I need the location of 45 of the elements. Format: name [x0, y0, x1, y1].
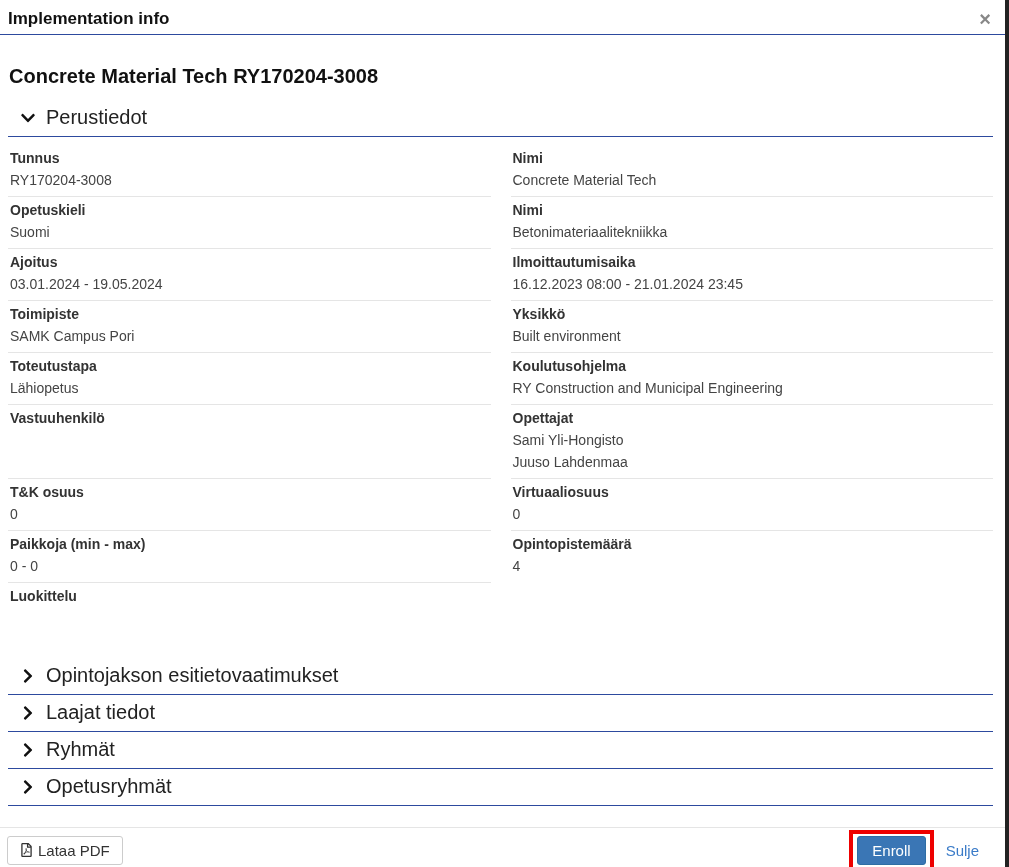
field-label: Yksikkö [512, 305, 567, 324]
field-value: 0 [10, 505, 19, 524]
field-label: Nimi [512, 201, 544, 220]
pdf-file-icon [20, 843, 33, 857]
field-value: 4 [512, 557, 522, 576]
field-value: Concrete Material Tech [512, 171, 658, 190]
field-label: Tunnus [10, 149, 61, 168]
field-value: 0 - 0 [10, 557, 39, 576]
field-value: RY170204-3008 [10, 171, 113, 190]
field-label: T&K osuus [10, 483, 85, 502]
section-header[interactable]: Perustiedot [8, 100, 993, 137]
field-value: Built environment [512, 327, 622, 346]
field-value: Lähiopetus [10, 379, 80, 398]
section-header[interactable]: Opetusryhmät [8, 769, 993, 806]
field-label: Toimipiste [10, 305, 80, 324]
page-heading: Concrete Material Tech RY170204-3008 [9, 65, 380, 88]
field-label: Vastuuhenkilö [10, 409, 106, 428]
field-value: SAMK Campus Pori [10, 327, 136, 346]
section-header[interactable]: Opintojakson esitietovaatimukset [8, 658, 993, 695]
field-label: Opetuskieli [10, 201, 87, 220]
field-value: RY Construction and Municipal Engineering [512, 379, 784, 398]
field-value: 16.12.2023 08:00 - 21.01.2024 23:45 [512, 275, 744, 294]
field-label: Ajoitus [10, 253, 59, 272]
close-button[interactable]: × [979, 9, 991, 29]
close-link[interactable]: Sulje [945, 841, 979, 859]
section-header[interactable]: Laajat tiedot [8, 695, 993, 732]
field-value: 03.01.2024 - 19.05.2024 [10, 275, 164, 294]
field-label: Koulutusohjelma [512, 357, 628, 376]
field-label: Opettajat [512, 409, 575, 428]
field-label: Virtuaaliosuus [512, 483, 610, 502]
field-value: Betonimateriaalitekniikka [512, 223, 669, 242]
field-label: Toteutustapa [10, 357, 98, 376]
field-value: Sami Yli-Hongisto [512, 431, 625, 450]
field-label: Ilmoittautumisaika [512, 253, 637, 272]
field-label: Nimi [512, 149, 544, 168]
field-value: Juuso Lahdenmaa [512, 453, 629, 472]
field-value: 0 [512, 505, 522, 524]
field-label: Paikkoja (min - max) [10, 535, 147, 554]
field-label: Opintopistemäärä [512, 535, 633, 554]
download-pdf-button[interactable]: Lataa PDF [7, 835, 123, 865]
field-label: Luokittelu [10, 587, 78, 606]
enroll-button[interactable]: Enroll [857, 835, 926, 865]
field-value: Suomi [10, 223, 51, 242]
section-header[interactable]: Ryhmät [8, 732, 993, 769]
window-title: Implementation info [8, 9, 170, 29]
